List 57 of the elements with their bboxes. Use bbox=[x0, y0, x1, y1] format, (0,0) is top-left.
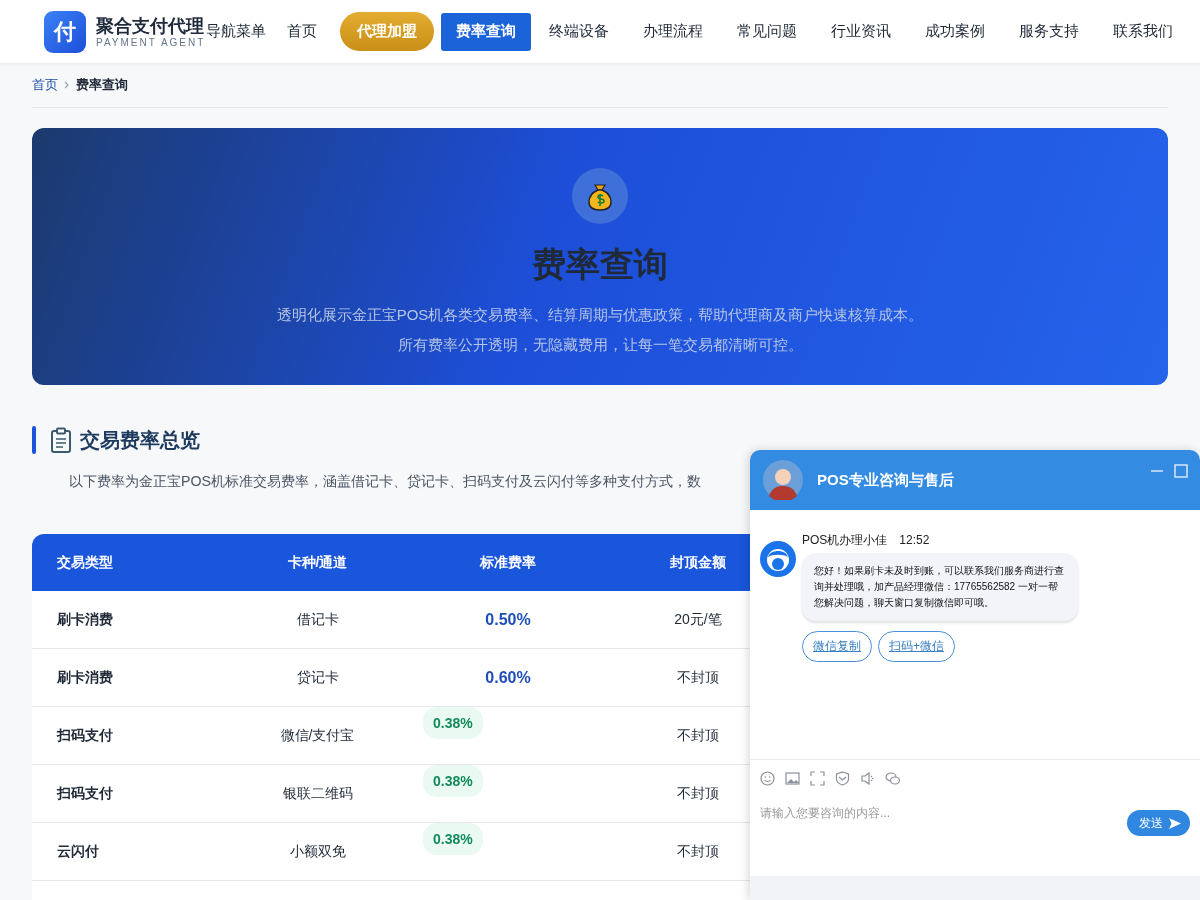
column-header: 交易类型 bbox=[32, 534, 222, 591]
shield-icon[interactable] bbox=[835, 770, 850, 786]
image-icon[interactable] bbox=[785, 770, 800, 786]
money-bag-icon bbox=[572, 168, 628, 224]
brand-name: 聚合支付代理 bbox=[96, 14, 205, 37]
message-bubble: 您好！如果刷卡未及时到账，可以联系我们服务商进行查询并处理哦，加产品经理微信：17765562582 一对一帮您解决问题，聊天窗口复制微信即可哦。 bbox=[802, 553, 1078, 621]
nav-link[interactable]: 成功案例 bbox=[908, 12, 1003, 51]
send-icon bbox=[1168, 816, 1182, 830]
column-header: 卡种/通道 bbox=[222, 534, 413, 591]
nav-link[interactable]: 服务支持 bbox=[1002, 12, 1097, 51]
nav-link[interactable]: 办理流程 bbox=[626, 12, 721, 51]
maximize-icon[interactable] bbox=[1172, 462, 1190, 480]
table-cell: 刷卡消费 bbox=[32, 591, 222, 649]
hero-description: 透明化展示金正宝POS机各类交易费率、结算周期与优惠政策，帮助代理商及商户快速核算成本。所有费率公开透明，无隐藏费用，让每一笔交易都清晰可控。 bbox=[275, 305, 925, 355]
message-time: 12:52 bbox=[899, 532, 930, 548]
nav-link[interactable]: 费率查询 bbox=[441, 12, 532, 51]
table-cell: 贷记卡 bbox=[222, 648, 413, 707]
nav-menu-label[interactable]: 导航菜单 bbox=[205, 12, 267, 51]
table-cell: 扫码支付 bbox=[32, 764, 222, 823]
chat-bubbles-icon[interactable] bbox=[885, 770, 900, 786]
avatar-icon bbox=[763, 460, 803, 500]
section-title: 交易费率总览 bbox=[80, 427, 200, 453]
rate-value: 0.60% bbox=[485, 668, 531, 686]
nav-link[interactable]: 行业资讯 bbox=[814, 12, 909, 51]
rate-badge: 0.38% bbox=[423, 823, 483, 855]
nav-link[interactable]: 联系我们 bbox=[1096, 12, 1191, 51]
fullscreen-icon[interactable] bbox=[810, 770, 825, 786]
table-cell: 银联二维码 bbox=[222, 764, 413, 823]
table-cell: 扫码支付 bbox=[32, 706, 222, 765]
quick-reply-button[interactable]: 扫码+微信 bbox=[878, 631, 955, 662]
rate-value: 0.50% bbox=[485, 610, 531, 628]
table-cell: 微信/支付宝 bbox=[222, 706, 413, 765]
column-header: 标准费率 bbox=[413, 534, 603, 591]
breadcrumb-link[interactable]: 首页 bbox=[32, 76, 58, 94]
chevron-icon bbox=[64, 81, 70, 89]
agent-avatar-icon bbox=[760, 541, 796, 577]
table-cell: 刷卡消费 bbox=[32, 648, 222, 707]
table-cell: 小额双免 bbox=[222, 822, 413, 881]
nav-link[interactable]: 终端设备 bbox=[532, 12, 627, 51]
table-cell: 云闪付 bbox=[32, 822, 222, 881]
section-description: 以下费率为金正宝POS机标准交易费率，涵盖借记卡、贷记卡、扫码支付及云闪付等多种支付方式，数 bbox=[69, 472, 701, 491]
table-cell: 借记卡 bbox=[222, 591, 413, 649]
hero-title: 费率查询 bbox=[532, 244, 668, 285]
nav-link[interactable]: 首页 bbox=[270, 12, 335, 51]
rate-badge: 0.38% bbox=[423, 765, 483, 797]
send-button[interactable]: 发送 bbox=[1127, 810, 1190, 836]
nav-link[interactable]: 常见问题 bbox=[720, 12, 815, 51]
rate-badge: 0.38% bbox=[423, 707, 483, 739]
logo-icon: 付 bbox=[44, 10, 86, 53]
agent-name: POS机办理小佳 bbox=[802, 532, 888, 548]
chat-title: POS专业咨询与售后 bbox=[817, 470, 955, 490]
emoji-icon[interactable] bbox=[760, 770, 775, 786]
clipboard-icon bbox=[50, 427, 72, 453]
breadcrumb-current: 费率查询 bbox=[76, 76, 128, 94]
brand-tagline: PAYMENT AGENT bbox=[96, 36, 206, 49]
quick-reply-button[interactable]: 微信复制 bbox=[802, 631, 872, 662]
speaker-icon[interactable] bbox=[860, 770, 875, 786]
